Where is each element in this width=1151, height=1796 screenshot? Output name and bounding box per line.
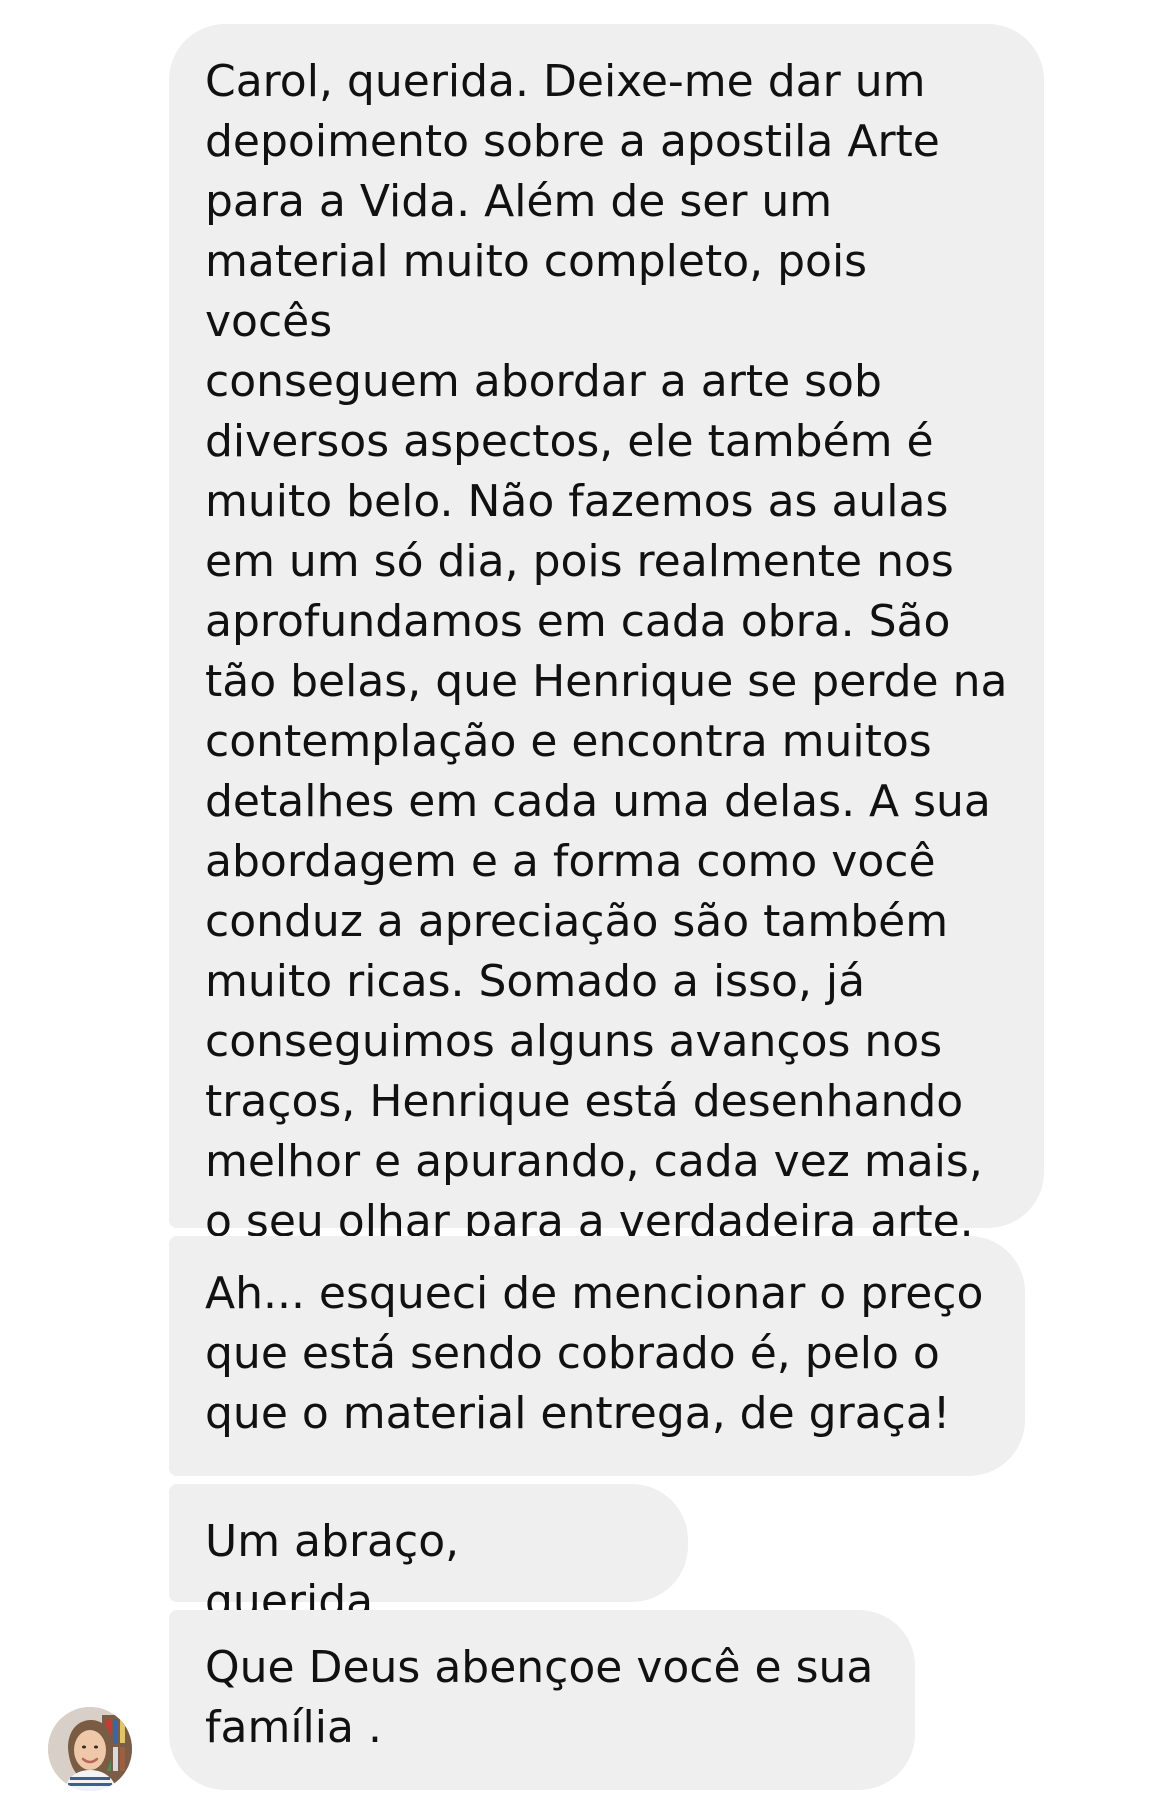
message-bubble-4[interactable]: Que Deus abençoe você e sua família . [169,1610,915,1790]
message-text-1: Carol, querida. Deixe-me dar um depoimen… [205,56,1008,1247]
message-bubble-3[interactable]: Um abraço, querida. [169,1484,688,1627]
message-bubble-1[interactable]: Carol, querida. Deixe-me dar um depoimen… [169,24,1044,1247]
message-text-4: Que Deus abençoe você e sua família . [205,1642,874,1753]
message-bubble-2[interactable]: Ah... esqueci de mencionar o preço que e… [169,1236,1025,1476]
message-thread: Carol, querida. Deixe-me dar um depoimen… [0,0,1151,1796]
avatar-icon [48,1707,132,1791]
sender-avatar[interactable] [48,1707,132,1791]
message-text-2: Ah... esqueci de mencionar o preço que e… [205,1268,984,1439]
